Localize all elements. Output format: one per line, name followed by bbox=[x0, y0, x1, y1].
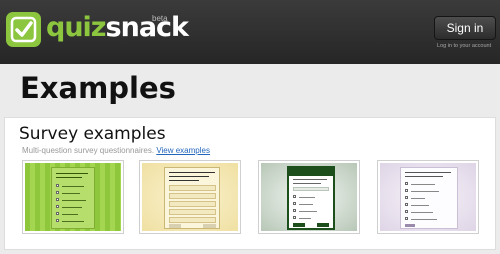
login-hint-text: Log in to your account bbox=[437, 43, 492, 49]
quizsnack-logo[interactable]: quizsnack beta bbox=[6, 10, 189, 50]
section-title: Survey examples bbox=[19, 124, 166, 144]
survey-examples-panel: Survey examples Multi-question survey qu… bbox=[4, 117, 496, 250]
survey-thumbnail-cream[interactable] bbox=[139, 160, 241, 234]
thumbnail-preview bbox=[142, 163, 238, 231]
checkmark-icon bbox=[6, 12, 41, 47]
survey-form-preview bbox=[400, 167, 458, 229]
beta-label: beta bbox=[152, 14, 168, 23]
view-examples-link[interactable]: View examples bbox=[156, 146, 210, 155]
section-description-text: Multi-question survey questionnaires. bbox=[22, 146, 155, 155]
top-navigation-bar: quizsnack beta Sign in Log in to your ac… bbox=[0, 0, 500, 64]
survey-thumbnail-green-striped[interactable] bbox=[22, 160, 124, 234]
thumbnail-preview bbox=[25, 163, 121, 231]
survey-thumbnail-green-frame[interactable] bbox=[258, 160, 360, 234]
survey-form-preview bbox=[51, 167, 95, 229]
thumbnail-preview bbox=[261, 163, 357, 231]
survey-form-preview bbox=[287, 166, 335, 230]
section-description: Multi-question survey questionnaires. Vi… bbox=[22, 146, 210, 155]
survey-thumbnail-lavender[interactable] bbox=[377, 160, 479, 234]
page-title: Examples bbox=[20, 71, 176, 105]
thumbnail-preview bbox=[380, 163, 476, 231]
sign-in-button[interactable]: Sign in bbox=[434, 16, 496, 40]
survey-form-preview bbox=[164, 167, 220, 229]
